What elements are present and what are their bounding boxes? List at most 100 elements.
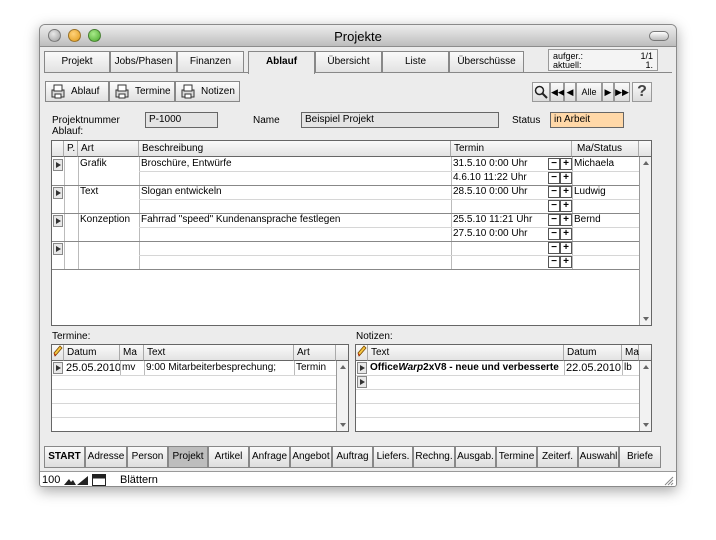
notiz-datum[interactable]: 22.05.2010 [564, 361, 622, 375]
ablauf-scrollbar[interactable] [639, 157, 651, 325]
resize-grip-icon[interactable] [663, 475, 674, 486]
zoom-out-icon[interactable] [64, 475, 76, 486]
nav-projekt[interactable]: Projekt [168, 446, 208, 468]
ablauf-art[interactable]: Text [78, 185, 139, 199]
tab-ueberschuesse[interactable]: Überschüsse [449, 51, 524, 72]
row-select-arrow[interactable] [53, 243, 63, 255]
toolbar-toggle-button[interactable] [649, 31, 669, 41]
prev-record-button[interactable]: ◀ [564, 82, 576, 102]
first-record-button[interactable]: ◀◀ [550, 82, 565, 102]
status-field[interactable]: in Arbeit [550, 112, 624, 128]
tab-finanzen[interactable]: Finanzen [177, 51, 244, 72]
remove-termin-button[interactable]: − [548, 172, 560, 184]
zoom-in-icon[interactable] [77, 475, 89, 486]
remove-termin-button[interactable]: − [548, 186, 560, 198]
add-termin-button[interactable]: + [560, 214, 572, 226]
ablauf-termin[interactable]: 27.5.10 0:00 Uhr [451, 227, 547, 241]
row-select-arrow[interactable] [53, 215, 63, 227]
row-select-arrow[interactable] [357, 362, 367, 374]
add-termin-button[interactable]: + [560, 200, 572, 212]
notizen-scrollbar[interactable] [639, 361, 651, 431]
ablauf-ma[interactable]: Bernd [572, 213, 638, 227]
ablauf-termin[interactable]: 25.5.10 11:21 Uhr [451, 213, 547, 227]
nav-start[interactable]: START [44, 446, 85, 468]
col-header-text[interactable]: Text [144, 345, 294, 361]
projektnummer-field[interactable]: P-1000 [145, 112, 218, 128]
name-field[interactable]: Beispiel Projekt [301, 112, 499, 128]
scroll-down-icon[interactable] [340, 423, 346, 427]
ablauf-art[interactable]: Konzeption [78, 213, 139, 227]
termin-text[interactable]: 9:00 Mitarbeiterbesprechung; [144, 361, 294, 375]
ablauf-ma[interactable]: Michaela [572, 157, 638, 171]
col-header-text[interactable]: Text [368, 345, 564, 361]
ablauf-termin[interactable]: 31.5.10 0:00 Uhr [451, 157, 547, 171]
tab-projekt[interactable]: Projekt [44, 51, 110, 72]
termine-scrollbar[interactable] [336, 361, 348, 431]
tab-liste[interactable]: Liste [382, 51, 449, 72]
tab-ablauf[interactable]: Ablauf [248, 51, 315, 74]
termin-datum[interactable]: 25.05.2010 [64, 361, 120, 375]
col-header-datum[interactable]: Datum [564, 345, 622, 361]
scroll-up-icon[interactable] [643, 161, 649, 165]
zoom-level[interactable]: 100 [42, 474, 60, 486]
add-termin-button[interactable]: + [560, 242, 572, 254]
col-header-termin[interactable]: Termin [451, 141, 572, 157]
termin-art[interactable]: Termin [294, 361, 336, 375]
col-header-ma[interactable]: Ma [120, 345, 144, 361]
last-record-button[interactable]: ▶▶ [614, 82, 630, 102]
nav-anfrage[interactable]: Anfrage [249, 446, 290, 468]
termin-ma[interactable]: mv [120, 361, 144, 375]
col-header-art[interactable]: Art [294, 345, 336, 361]
ablauf-beschreibung[interactable]: Fahrrad "speed" Kundenansprache festlege… [139, 213, 449, 227]
nav-liefers[interactable]: Liefers. [373, 446, 413, 468]
col-header-p[interactable]: P. [64, 141, 78, 157]
add-termin-button[interactable]: + [560, 256, 572, 268]
nav-adresse[interactable]: Adresse [85, 446, 127, 468]
col-header-datum[interactable]: Datum [64, 345, 120, 361]
row-select-arrow[interactable] [53, 187, 63, 199]
nav-artikel[interactable]: Artikel [208, 446, 249, 468]
col-header-ma[interactable]: Ma [622, 345, 639, 361]
ablauf-art[interactable]: Grafik [78, 157, 139, 171]
notizen-print-button[interactable]: Notizen [175, 81, 240, 102]
notiz-ma[interactable]: lb [622, 361, 639, 375]
notiz-text[interactable]: OfficeWarp2xV8 - neue und verbesserte [368, 361, 564, 375]
row-select-arrow[interactable] [357, 376, 367, 388]
remove-termin-button[interactable]: − [548, 242, 560, 254]
col-header-ma-status[interactable]: Ma/Status [572, 141, 639, 157]
add-termin-button[interactable]: + [560, 158, 572, 170]
remove-termin-button[interactable]: − [548, 214, 560, 226]
nav-rechng[interactable]: Rechng. [413, 446, 455, 468]
col-header-art[interactable]: Art [78, 141, 139, 157]
termine-edit-header[interactable] [52, 345, 64, 361]
add-termin-button[interactable]: + [560, 228, 572, 240]
nav-zeiterf[interactable]: Zeiterf. [537, 446, 578, 468]
next-record-button[interactable]: ▶ [602, 82, 614, 102]
row-select-arrow[interactable] [53, 362, 63, 374]
nav-person[interactable]: Person [127, 446, 168, 468]
notizen-edit-header[interactable] [356, 345, 368, 361]
ablauf-termin[interactable]: 28.5.10 0:00 Uhr [451, 185, 547, 199]
nav-briefe[interactable]: Briefe [619, 446, 661, 468]
col-header-beschreibung[interactable]: Beschreibung [139, 141, 451, 157]
ablauf-beschreibung[interactable]: Broschüre, Entwürfe [139, 157, 449, 171]
scroll-down-icon[interactable] [643, 317, 649, 321]
nav-auswahl[interactable]: Auswahl [578, 446, 619, 468]
tab-jobs-phasen[interactable]: Jobs/Phasen [110, 51, 177, 72]
add-termin-button[interactable]: + [560, 172, 572, 184]
ablauf-print-button[interactable]: Ablauf [45, 81, 109, 102]
remove-termin-button[interactable]: − [548, 256, 560, 268]
nav-ausgab[interactable]: Ausgab. [455, 446, 496, 468]
nav-auftrag[interactable]: Auftrag [332, 446, 373, 468]
scroll-up-icon[interactable] [340, 365, 346, 369]
remove-termin-button[interactable]: − [548, 158, 560, 170]
termine-print-button[interactable]: Termine [109, 81, 175, 102]
row-select-arrow[interactable] [53, 159, 63, 171]
nav-termine[interactable]: Termine [496, 446, 537, 468]
help-button[interactable]: ? [632, 82, 652, 102]
ablauf-ma[interactable]: Ludwig [572, 185, 638, 199]
remove-termin-button[interactable]: − [548, 228, 560, 240]
ablauf-beschreibung[interactable]: Slogan entwickeln [139, 185, 449, 199]
scroll-down-icon[interactable] [643, 423, 649, 427]
remove-termin-button[interactable]: − [548, 200, 560, 212]
